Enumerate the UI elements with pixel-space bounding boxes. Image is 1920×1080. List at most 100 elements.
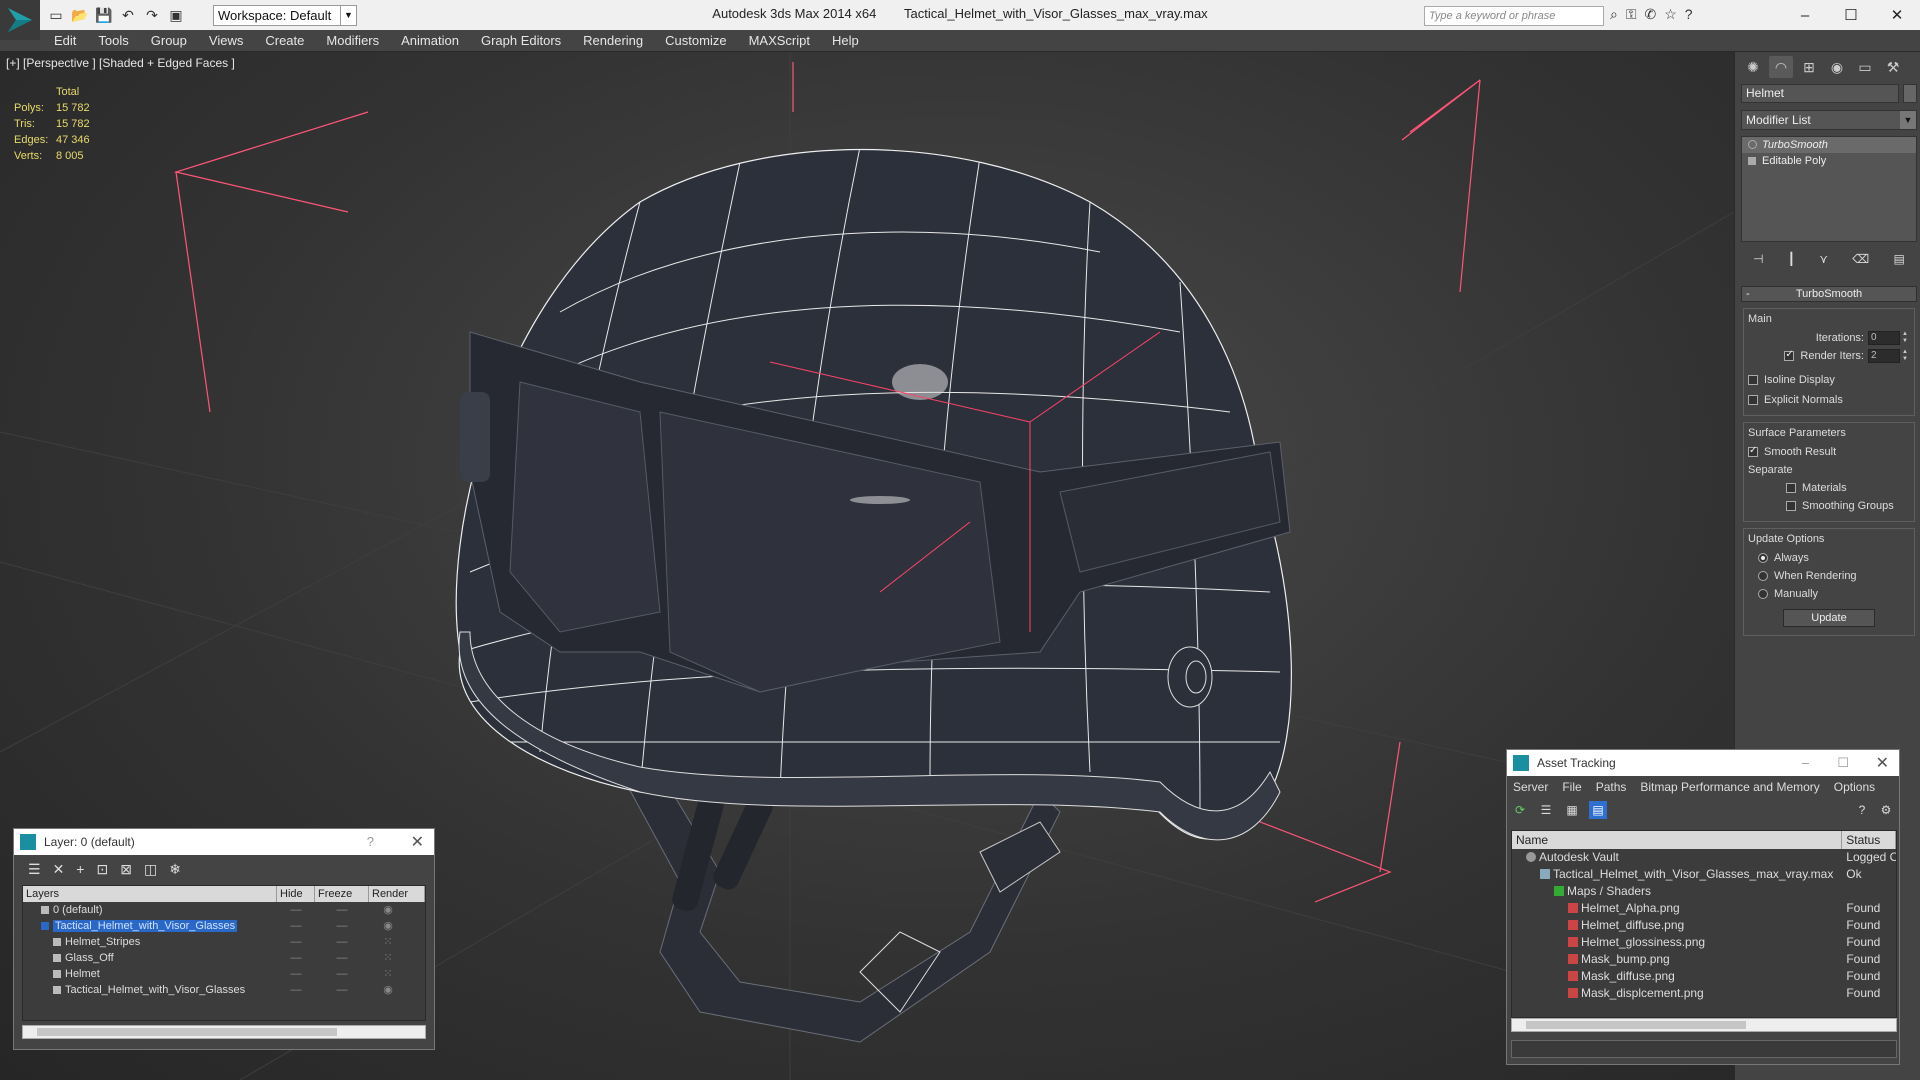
help-icon[interactable]: ? xyxy=(1685,6,1693,23)
menu-customize[interactable]: Customize xyxy=(665,33,726,48)
motion-tab-icon[interactable]: ◉ xyxy=(1825,56,1849,78)
render-toggle[interactable]: ◉ xyxy=(369,918,407,934)
scrollbar-thumb[interactable] xyxy=(1526,1021,1746,1029)
scrollbar-thumb[interactable] xyxy=(37,1028,337,1036)
lightbulb-icon[interactable] xyxy=(1748,140,1757,149)
help-icon[interactable]: ? xyxy=(1853,801,1871,819)
workspace-dropdown[interactable]: Workspace: Default ▼ xyxy=(213,5,357,26)
render-toggle[interactable]: ◉ xyxy=(369,902,407,918)
hide-toggle[interactable]: — xyxy=(277,902,315,918)
menu-rendering[interactable]: Rendering xyxy=(583,33,643,48)
pin-stack-icon[interactable]: ⊣ xyxy=(1753,252,1763,266)
create-tab-icon[interactable]: ✺ xyxy=(1741,56,1765,78)
update-button[interactable]: Update xyxy=(1783,609,1875,627)
maximize-button[interactable]: ☐ xyxy=(1837,755,1849,771)
object-color-swatch[interactable] xyxy=(1903,84,1917,103)
render-toggle[interactable]: ⁙ xyxy=(369,966,407,982)
layer-row[interactable]: Tactical_Helmet_with_Visor_Glasses — — ◉ xyxy=(23,918,425,934)
render-iters-checkbox[interactable] xyxy=(1784,349,1795,361)
column-header[interactable]: Freeze xyxy=(315,886,369,902)
redo-icon[interactable]: ↷ xyxy=(142,5,162,25)
close-button[interactable]: ✕ xyxy=(1876,753,1889,773)
asset-row[interactable]: Mask_bump.png Found xyxy=(1512,951,1896,968)
asset-row[interactable]: Helmet_glossiness.png Found xyxy=(1512,934,1896,951)
horizontal-scrollbar[interactable] xyxy=(22,1025,426,1039)
freeze-toggle[interactable]: — xyxy=(315,982,369,998)
asset-row[interactable]: Helmet_diffuse.png Found xyxy=(1512,917,1896,934)
smooth-result-checkbox[interactable] xyxy=(1748,445,1758,457)
thumbnail-view-icon[interactable]: ▦ xyxy=(1563,801,1581,819)
dialog-title-bar[interactable]: Layer: 0 (default) ? ✕ xyxy=(14,829,434,855)
asset-row[interactable]: Maps / Shaders xyxy=(1512,883,1896,900)
manually-radio[interactable] xyxy=(1758,589,1768,599)
utilities-tab-icon[interactable]: ⚒ xyxy=(1881,56,1905,78)
freeze-toggle[interactable]: — xyxy=(315,918,369,934)
show-end-result-icon[interactable]: ┃ xyxy=(1788,252,1795,266)
smoothing-groups-checkbox[interactable] xyxy=(1786,501,1796,511)
hide-toggle[interactable]: — xyxy=(277,934,315,950)
modifier-list-dropdown[interactable]: Modifier List ▼ xyxy=(1741,110,1917,130)
hide-toggle[interactable]: — xyxy=(277,966,315,982)
render-toggle[interactable]: ⁙ xyxy=(369,950,407,966)
settings-icon[interactable]: ⚙ xyxy=(1877,801,1895,819)
stack-item-editable-poly[interactable]: Editable Poly xyxy=(1742,153,1916,169)
menu-maxscript[interactable]: MAXScript xyxy=(749,33,810,48)
freeze-toggle[interactable]: — xyxy=(315,966,369,982)
asset-row[interactable]: Helmet_Alpha.png Found xyxy=(1512,900,1896,917)
materials-checkbox[interactable] xyxy=(1786,483,1796,493)
search-input[interactable]: Type a keyword or phrase xyxy=(1424,6,1604,26)
project-folder-icon[interactable]: ▣ xyxy=(166,5,186,25)
when-rendering-radio[interactable] xyxy=(1758,571,1768,581)
minimize-button[interactable]: – xyxy=(1782,0,1828,30)
asset-row[interactable]: Mask_displcement.png Found xyxy=(1512,985,1896,1002)
dialog-title-bar[interactable]: Asset Tracking – ☐ ✕ xyxy=(1507,750,1899,776)
close-button[interactable]: ✕ xyxy=(411,832,424,852)
asset-row[interactable]: Tactical_Helmet_with_Visor_Glasses_max_v… xyxy=(1512,866,1896,883)
hierarchy-tab-icon[interactable]: ⊞ xyxy=(1797,56,1821,78)
binoculars-icon[interactable]: ⌕ xyxy=(1610,6,1618,23)
menu-animation[interactable]: Animation xyxy=(401,33,459,48)
render-toggle[interactable]: ◉ xyxy=(369,982,407,998)
subscription-icon[interactable]: ⚿ xyxy=(1626,6,1637,23)
column-header[interactable]: Name xyxy=(1512,831,1843,849)
add-to-layer-icon[interactable]: + xyxy=(76,861,84,877)
maximize-button[interactable]: ☐ xyxy=(1828,0,1874,30)
menu-views[interactable]: Views xyxy=(209,33,243,48)
explicit-normals-checkbox[interactable] xyxy=(1748,395,1758,405)
spinner-arrows-icon[interactable]: ▲ ▼ xyxy=(1902,331,1910,345)
list-view-icon[interactable]: ☰ xyxy=(1537,801,1555,819)
column-header[interactable]: Status xyxy=(1842,831,1896,849)
layer-row[interactable]: Helmet — — ⁙ xyxy=(23,966,425,982)
iterations-spinner[interactable]: 0 xyxy=(1868,331,1900,345)
always-radio[interactable] xyxy=(1758,553,1768,563)
table-view-icon[interactable]: ▤ xyxy=(1589,801,1607,819)
isoline-display-checkbox[interactable] xyxy=(1748,375,1758,385)
layer-row[interactable]: Helmet_Stripes — — ⁙ xyxy=(23,934,425,950)
asset-row[interactable]: Mask_diffuse.png Found xyxy=(1512,968,1896,985)
highlight-selected-icon[interactable]: ⊠ xyxy=(120,861,132,878)
delete-layer-icon[interactable]: ✕ xyxy=(53,861,65,878)
stack-item-turbosmooth[interactable]: TurboSmooth xyxy=(1742,137,1916,153)
render-toggle[interactable]: ⁙ xyxy=(369,934,407,950)
menu-help[interactable]: Help xyxy=(832,33,859,48)
layer-row[interactable]: Tactical_Helmet_with_Visor_Glasses — — ◉ xyxy=(23,982,425,998)
horizontal-scrollbar[interactable] xyxy=(1511,1018,1897,1032)
save-file-icon[interactable]: 💾 xyxy=(94,5,114,25)
menu-edit[interactable]: Edit xyxy=(54,33,76,48)
hide-all-icon[interactable]: ◫ xyxy=(144,861,157,878)
create-layer-icon[interactable]: ☰ xyxy=(28,861,41,878)
freeze-toggle[interactable]: — xyxy=(315,902,369,918)
layer-row[interactable]: Glass_Off — — ⁙ xyxy=(23,950,425,966)
remove-modifier-icon[interactable]: ⌫ xyxy=(1852,252,1869,266)
menu-graph-editors[interactable]: Graph Editors xyxy=(481,33,561,48)
refresh-icon[interactable]: ⟳ xyxy=(1511,801,1529,819)
menu-server[interactable]: Server xyxy=(1513,780,1548,794)
minimize-button[interactable]: – xyxy=(1802,755,1809,770)
spinner-arrows-icon[interactable]: ▲ ▼ xyxy=(1902,349,1910,363)
viewport-label[interactable]: [+] [Perspective ] [Shaded + Edged Faces… xyxy=(6,56,235,70)
open-file-icon[interactable]: 📂 xyxy=(70,5,90,25)
menu-options[interactable]: Options xyxy=(1834,780,1875,794)
menu-bitmap-performance[interactable]: Bitmap Performance and Memory xyxy=(1640,780,1819,794)
menu-modifiers[interactable]: Modifiers xyxy=(326,33,379,48)
column-header[interactable]: Render xyxy=(369,886,425,902)
